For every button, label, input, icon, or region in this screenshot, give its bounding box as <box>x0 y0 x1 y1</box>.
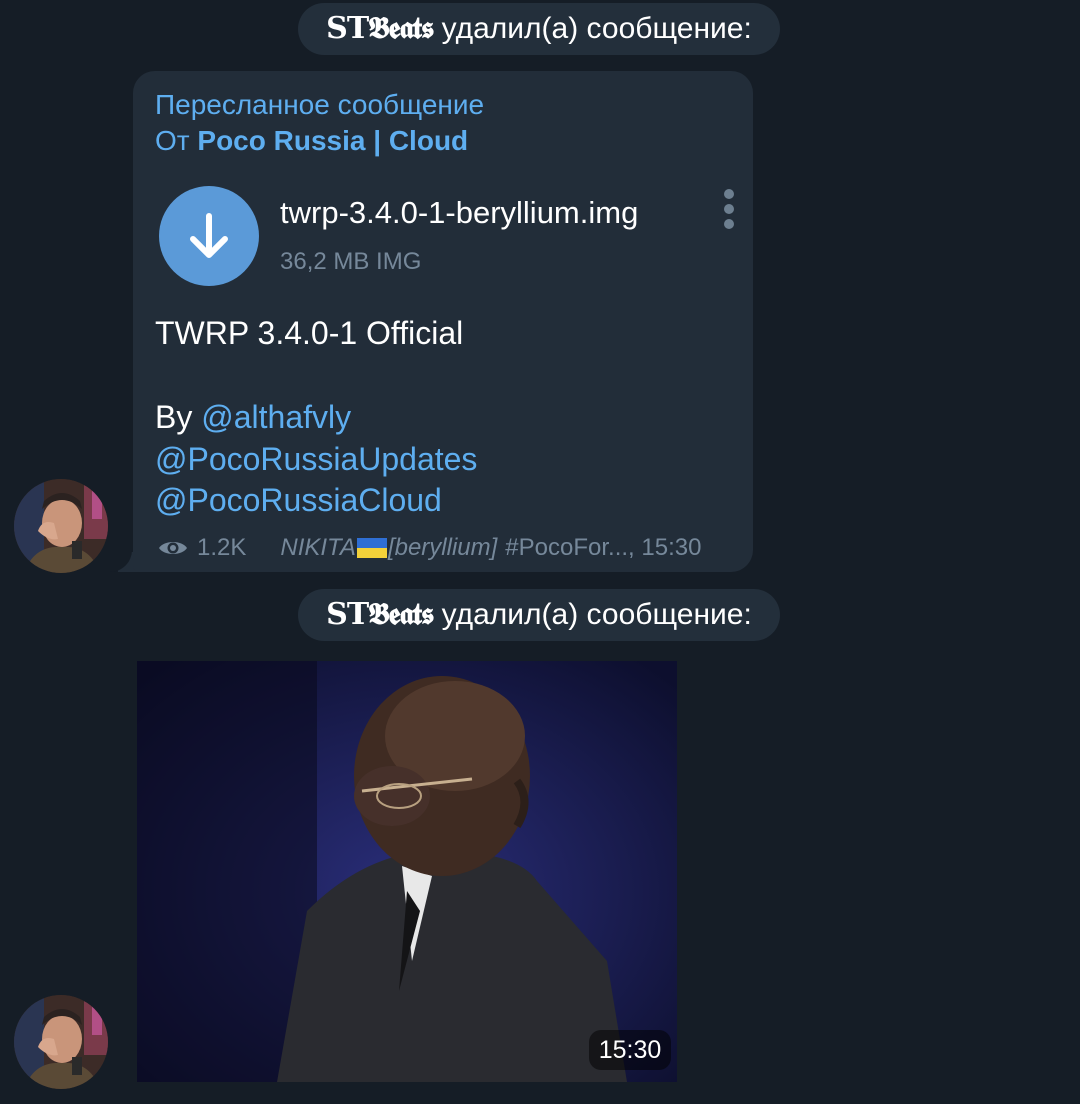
avatar-photo <box>14 479 108 573</box>
gif-media-message[interactable]: 15:30 <box>137 661 677 1082</box>
download-button[interactable] <box>159 186 259 286</box>
channel-link-cloud[interactable]: @PocoRussiaCloud <box>155 482 442 519</box>
views-eye-icon <box>159 542 187 554</box>
caption-by-prefix: By <box>155 399 193 435</box>
post-signature: NIKITA [beryllium] <box>280 534 497 562</box>
mention-link[interactable]: @althafvly <box>201 399 351 435</box>
service-action-text: удалил(а) сообщение: <box>441 598 752 631</box>
message-time: 15:30 <box>641 534 702 561</box>
views-count: 1.2K <box>197 534 247 561</box>
channel-link-updates[interactable]: @PocoRussiaUpdates <box>155 441 477 478</box>
media-time: 15:30 <box>589 1030 671 1070</box>
signature-name: NIKITA <box>280 534 356 561</box>
service-message-deleted: ST𝕭𝖊𝖆𝖙𝖘 удалил(а) сообщение: <box>298 589 780 641</box>
avatar-photo <box>14 995 108 1089</box>
download-icon <box>190 213 228 258</box>
sender-avatar[interactable] <box>14 479 108 573</box>
forwarded-label: Пересланное сообщение <box>155 89 485 120</box>
caption-title: TWRP 3.4.0-1 Official <box>155 315 464 351</box>
caption-by-line: By @althafvly <box>155 399 351 436</box>
sender-avatar[interactable] <box>14 995 108 1089</box>
service-username[interactable]: ST𝕭𝖊𝖆𝖙𝖘 <box>326 597 434 632</box>
more-options-icon[interactable] <box>721 189 737 229</box>
forwarded-channel-name[interactable]: Poco Russia | Cloud <box>197 125 468 156</box>
signature-tag: [beryllium] <box>387 534 498 561</box>
signature-hashtag[interactable]: #PocoFor... <box>505 534 628 562</box>
ukraine-flag-icon <box>356 538 387 558</box>
service-action-text: удалил(а) сообщение: <box>441 12 752 45</box>
service-username[interactable]: ST𝕭𝖊𝖆𝖙𝖘 <box>326 11 434 46</box>
gif-preview <box>137 661 677 1082</box>
service-message-deleted: ST𝕭𝖊𝖆𝖙𝖘 удалил(а) сообщение: <box>298 3 780 55</box>
forwarded-from[interactable]: От Poco Russia | Cloud <box>155 125 468 157</box>
message-meta: 1.2K NIKITA [beryllium] #PocoFor..., 15:3… <box>157 533 701 563</box>
file-name[interactable]: twrp-3.4.0-1-beryllium.img <box>280 195 638 231</box>
forwarded-from-prefix: От <box>155 125 190 156</box>
file-size: 36,2 MB IMG <box>280 248 422 275</box>
message-bubble-forwarded-file[interactable]: Пересланное сообщение От Poco Russia | C… <box>133 71 753 572</box>
